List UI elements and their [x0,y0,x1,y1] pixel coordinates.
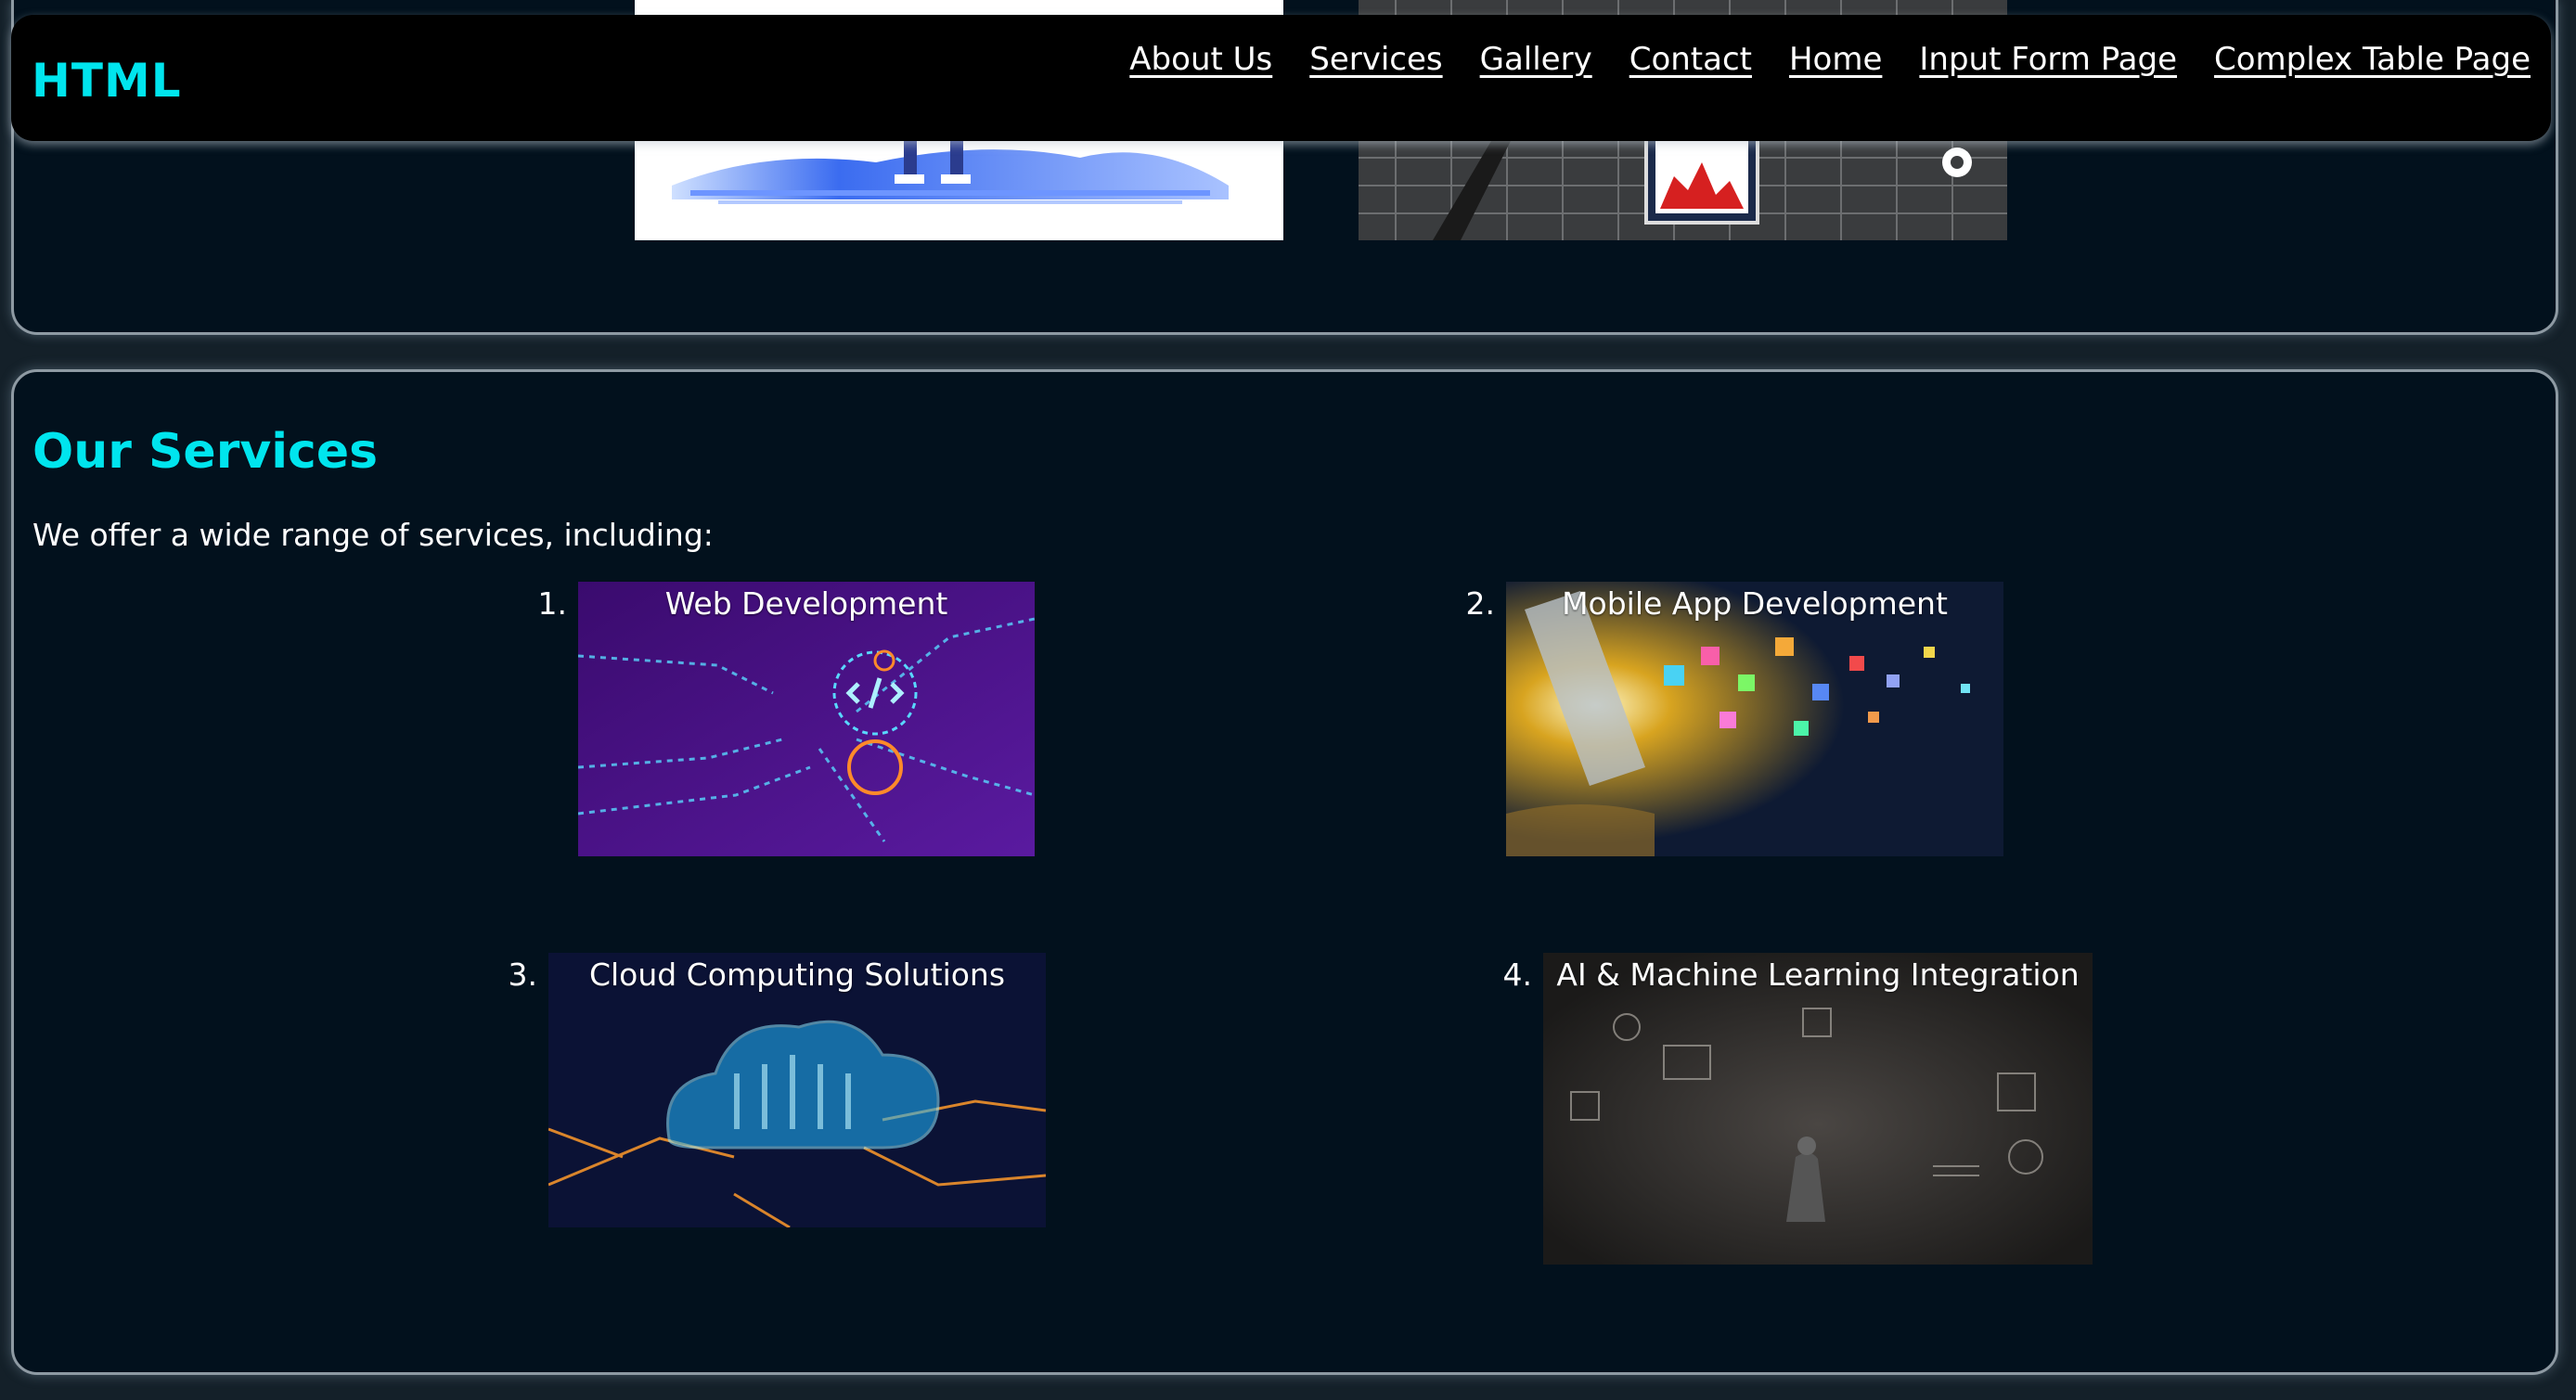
nav-link-gallery[interactable]: Gallery [1480,41,1592,78]
navbar: HTML About Us Services Gallery Contact H… [11,15,2551,141]
service-number: 1. [537,585,568,622]
service-title: Web Development [664,585,948,622]
nav-link-home[interactable]: Home [1789,41,1882,78]
service-number: 4. [1502,957,1533,993]
service-image-ai-ml: AI & Machine Learning Integration [1543,953,2093,1265]
services-heading: Our Services [32,424,379,480]
services-intro: We offer a wide range of services, inclu… [32,517,714,553]
service-title: AI & Machine Learning Integration [1556,957,2080,993]
nav-link-contact[interactable]: Contact [1629,41,1752,78]
nav-link-input-form-page[interactable]: Input Form Page [1919,41,2177,78]
nav-link-about-us[interactable]: About Us [1129,41,1272,78]
service-image-mobile-app-development: Mobile App Development [1506,582,2003,856]
service-number: 2. [1465,585,1496,622]
service-image-web-development: Web Development [578,582,1035,856]
service-title: Cloud Computing Solutions [588,957,1006,993]
nav-link-services[interactable]: Services [1309,41,1442,78]
service-number: 3. [508,957,538,993]
nav-links: About Us Services Gallery Contact Home I… [1129,41,2531,78]
service-image-cloud-computing: Cloud Computing Solutions [548,953,1046,1227]
services-section: Our Services We offer a wide range of se… [11,369,2558,1375]
brand-logo[interactable]: HTML [32,54,182,108]
nav-link-complex-table-page[interactable]: Complex Table Page [2214,41,2531,78]
service-title: Mobile App Development [1562,585,1948,622]
